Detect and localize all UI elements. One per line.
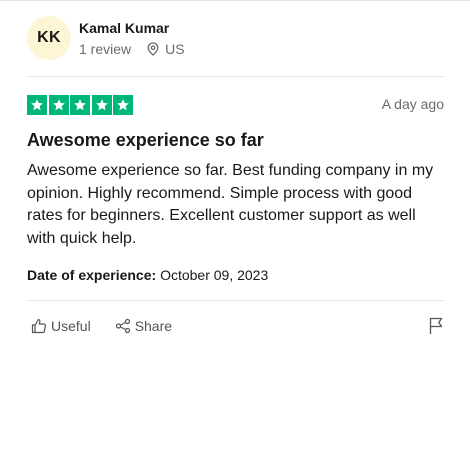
- footer-divider: [27, 300, 444, 301]
- avatar[interactable]: KK: [27, 16, 71, 60]
- star-icon: [70, 95, 90, 115]
- review-date: A day ago: [381, 96, 444, 112]
- star-icon: [113, 95, 133, 115]
- consumer-meta: 1 review US: [79, 41, 185, 57]
- header-divider: [27, 76, 444, 77]
- date-of-experience: Date of experience: October 09, 2023: [27, 267, 268, 283]
- flag-icon: [429, 317, 443, 334]
- top-divider: [0, 0, 470, 1]
- consumer-info[interactable]: KK Kamal Kumar 1 review US: [27, 16, 185, 60]
- consumer-details: Kamal Kumar 1 review US: [79, 19, 185, 57]
- share-button[interactable]: Share: [111, 316, 176, 336]
- review-body: Awesome experience so far. Best funding …: [27, 162, 434, 247]
- country-code: US: [165, 41, 185, 57]
- share-label: Share: [134, 318, 173, 334]
- experience-date: October 09, 2023: [160, 267, 269, 283]
- star-icon: [91, 95, 112, 115]
- location-pin-icon: [147, 42, 159, 56]
- report-button[interactable]: [428, 317, 444, 335]
- useful-button[interactable]: Useful: [27, 316, 95, 336]
- star-rating: [27, 95, 135, 115]
- experience-label: Date of experience:: [27, 267, 157, 283]
- star-icon: [27, 95, 47, 115]
- review-count: 1 review: [79, 41, 132, 57]
- star-icon: [48, 95, 69, 115]
- consumer-country: US: [147, 41, 185, 57]
- review-actions: Useful Share: [27, 316, 444, 336]
- review-title[interactable]: Awesome experience so far: [27, 130, 264, 151]
- consumer-name[interactable]: Kamal Kumar: [79, 19, 185, 37]
- thumbs-up-icon: [31, 319, 47, 334]
- share-icon: [115, 318, 130, 334]
- useful-label: Useful: [51, 318, 91, 334]
